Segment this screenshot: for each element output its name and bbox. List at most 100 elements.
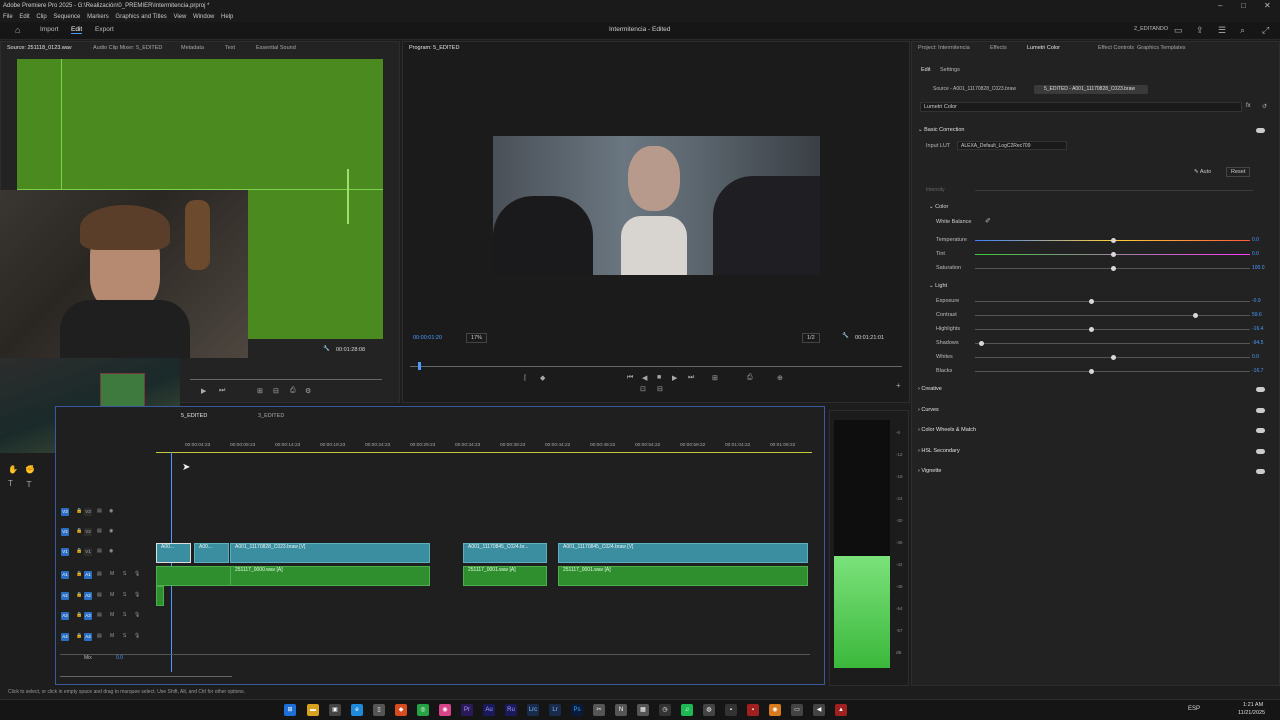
add-button-icon[interactable]: + [896, 381, 901, 390]
tab-metadata[interactable]: Metadata [181, 45, 204, 51]
track-toggle-a1[interactable]: A1 [84, 571, 92, 579]
slider-knob[interactable] [1110, 238, 1116, 243]
solo-button[interactable]: S [123, 571, 126, 577]
premiere-icon[interactable]: Pr [461, 704, 473, 716]
slider-shadows[interactable] [975, 341, 1250, 346]
slider-value-highlights[interactable]: -16.4 [1252, 326, 1263, 332]
file-explorer-icon[interactable]: ▬ [307, 704, 319, 716]
slider-value-tint[interactable]: 0.0 [1252, 251, 1259, 257]
slider-saturation[interactable] [975, 266, 1250, 271]
mic-icon[interactable]: 🎙 [134, 633, 140, 639]
windows-start-icon[interactable]: ⊞ [284, 704, 296, 716]
slider-knob[interactable] [1088, 327, 1094, 332]
more-icon[interactable]: ⊕ [777, 374, 783, 382]
slider-value-saturation[interactable]: 100.0 [1252, 265, 1265, 271]
clock-date[interactable]: 11/21/2025 [1238, 710, 1265, 716]
menu-clip[interactable]: Clip [36, 14, 46, 20]
eye-icon[interactable]: ◉ [109, 508, 113, 514]
expand-icon[interactable]: ⤢ [1262, 25, 1269, 36]
close-icon[interactable]: ✕ [1264, 0, 1271, 12]
track-toggle-v3[interactable]: V3 [84, 508, 92, 516]
subtab-edit[interactable]: Edit [921, 67, 930, 73]
mic-icon[interactable]: 🎙 [134, 592, 140, 598]
section-basic-correction[interactable]: ⌄ Basic Correction [918, 127, 965, 133]
calculator-icon[interactable]: ▦ [637, 704, 649, 716]
lightroom-icon[interactable]: Lrc [527, 704, 539, 716]
clip-a1-pre[interactable] [156, 566, 231, 586]
track-target-a2[interactable]: A2 [61, 591, 69, 600]
slider-temperature[interactable] [975, 238, 1250, 243]
solo-button[interactable]: S [123, 612, 126, 618]
mute-button[interactable]: M [110, 571, 114, 577]
type-tool-icon[interactable]: T [8, 479, 13, 488]
stop-icon[interactable]: ■ [657, 374, 661, 381]
eye-icon[interactable]: ◉ [109, 528, 113, 534]
clip-v1-d[interactable]: A001_11170845_C024.br... [463, 543, 547, 563]
slider-knob[interactable] [1088, 369, 1094, 374]
program-scrub-bar[interactable] [410, 362, 902, 370]
mute-button[interactable]: M [110, 592, 114, 598]
compare-icon[interactable]: ⊟ [657, 385, 663, 393]
slider-knob[interactable] [1088, 299, 1094, 304]
menu-edit[interactable]: Edit [19, 14, 29, 20]
tool-icon[interactable]: ✂ [593, 704, 605, 716]
slider-knob[interactable] [978, 341, 984, 346]
store-icon[interactable]: ▣ [329, 704, 341, 716]
step-back-icon[interactable]: ◀ [642, 374, 647, 382]
mic-icon[interactable]: 🎙 [134, 612, 140, 618]
work-area-bar[interactable] [156, 452, 812, 453]
grab-tool-icon[interactable]: ✊ [25, 465, 35, 474]
menu-view[interactable]: View [173, 14, 186, 20]
tab-program[interactable]: Program: 5_EDITED [409, 45, 459, 51]
section-toggle[interactable] [1256, 428, 1265, 433]
source-tool-icon[interactable]: 🔧 [323, 346, 330, 352]
slider-value-shadows[interactable]: -94.5 [1252, 340, 1263, 346]
reset-effect-icon[interactable]: ↺ [1262, 103, 1267, 110]
slider-value-temperature[interactable]: 0.0 [1252, 237, 1259, 243]
zoom-select[interactable]: 17% [466, 333, 488, 343]
section-curves[interactable]: › Curves [918, 407, 939, 413]
tab-graphics-templates[interactable]: Graphics Templates [1137, 45, 1186, 51]
mute-button[interactable]: M [110, 633, 114, 639]
program-playhead[interactable] [418, 362, 421, 370]
subtab-settings[interactable]: Settings [940, 67, 960, 73]
basic-correction-toggle[interactable] [1256, 128, 1265, 133]
mic-icon[interactable]: 🎙 [134, 571, 140, 577]
settings-icon[interactable]: ⚙ [305, 387, 311, 395]
eye-icon[interactable]: ◉ [109, 548, 113, 554]
mix-value[interactable]: 0.0 [116, 655, 123, 661]
tab-seq-3[interactable]: 3_EDITED [258, 413, 284, 419]
tab-source[interactable]: Source: 251118_0123.wav [7, 45, 72, 51]
source-scrub-bar[interactable] [190, 379, 382, 380]
sync-icon[interactable]: ▤ [97, 528, 102, 534]
clip-a1-b[interactable]: 251117_0001.wav [A] [463, 566, 547, 586]
track-target-a1[interactable]: A1 [61, 571, 69, 579]
lock-icon[interactable]: 🔒 [76, 571, 82, 577]
lock-icon[interactable]: 🔒 [76, 548, 82, 554]
app-icon[interactable]: ▯ [373, 704, 385, 716]
sequence-clip-chip[interactable]: 5_EDITED - A001_11170828_C023.braw [1034, 85, 1148, 94]
track-toggle-a2[interactable]: A2 [84, 591, 92, 600]
whatsapp-icon[interactable]: ◎ [417, 704, 429, 716]
clock-time[interactable]: 1:21 AM [1243, 702, 1263, 708]
slider-knob[interactable] [1110, 355, 1116, 360]
program-current-timecode[interactable]: 00:00:01:20 [413, 335, 442, 341]
lift-icon[interactable]: ⊞ [712, 374, 718, 382]
section-toggle[interactable] [1256, 387, 1265, 392]
insert-icon[interactable]: ⊞ [257, 387, 263, 395]
effect-dropdown[interactable]: Lumetri Color [920, 102, 1242, 112]
tab-lumetri[interactable]: Lumetri Color [1027, 45, 1060, 51]
menu-file[interactable]: File [3, 14, 13, 20]
track-target-v3[interactable]: V3 [61, 508, 69, 516]
menu-help[interactable]: Help [221, 14, 233, 20]
workspace-import[interactable]: Import [40, 26, 58, 33]
notion-icon[interactable]: N [615, 704, 627, 716]
go-out-icon[interactable]: ⏭ [688, 374, 694, 382]
lock-icon[interactable]: 🔒 [76, 528, 82, 534]
tab-project[interactable]: Project: Intermitencia [918, 45, 970, 51]
track-target-v1[interactable]: V1 [61, 548, 69, 556]
marker-icon[interactable]: ◆ [540, 374, 545, 382]
timeline-zoom-bar[interactable] [60, 676, 232, 677]
slider-value-blacks[interactable]: -16.7 [1252, 368, 1263, 374]
clip-v1-a[interactable]: A00... [156, 543, 191, 563]
